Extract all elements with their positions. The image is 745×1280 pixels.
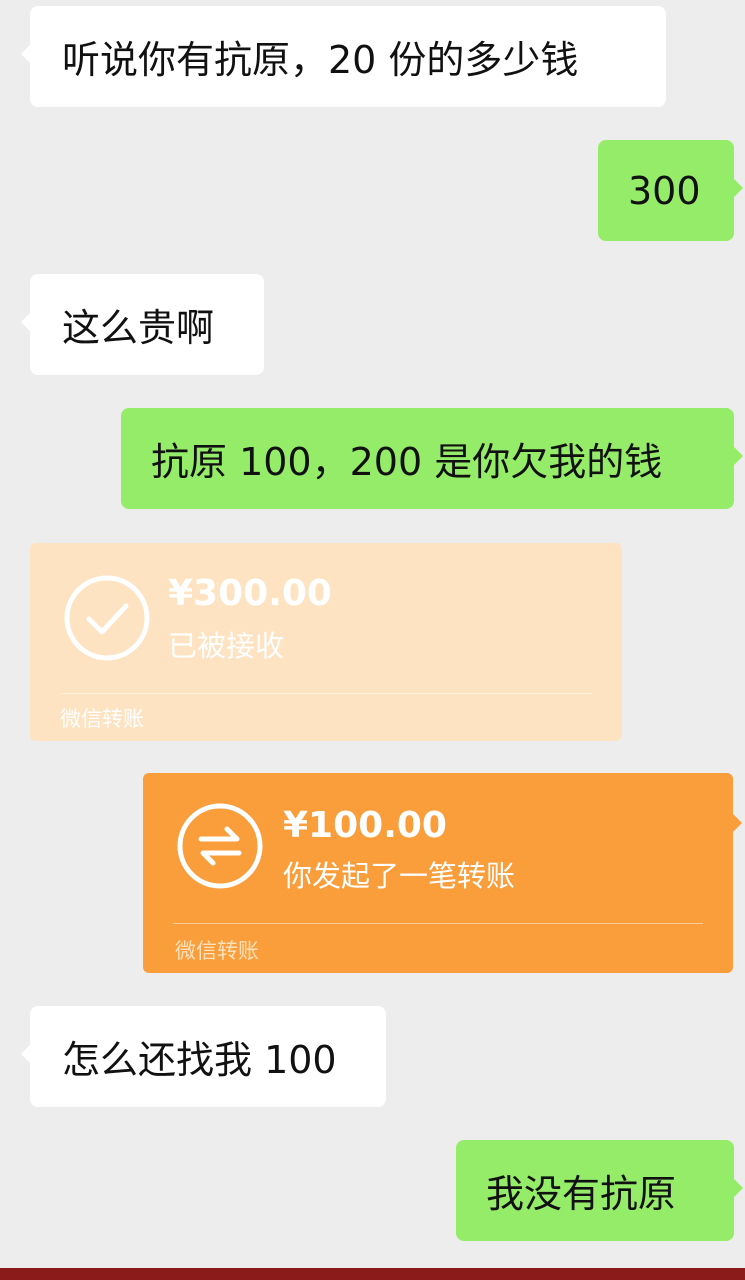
message-text: 这么贵啊	[62, 306, 215, 350]
transfer-status: 你发起了一笔转账	[283, 859, 516, 893]
outgoing-message-bubble[interactable]: 300	[598, 140, 743, 241]
transfer-card-sent[interactable]: ¥100.00 你发起了一笔转账 微信转账	[143, 773, 742, 973]
outgoing-message-bubble[interactable]: 我没有抗原	[456, 1140, 743, 1241]
incoming-message-bubble[interactable]: 听说你有抗原，20 份的多少钱	[21, 6, 666, 107]
message-text: 我没有抗原	[486, 1172, 677, 1216]
outgoing-message-bubble[interactable]: 抗原 100，200 是你欠我的钱	[121, 408, 743, 509]
message-text: 300	[628, 168, 701, 213]
message-text: 怎么还找我 100	[62, 1038, 337, 1082]
transfer-divider	[60, 693, 592, 694]
chat-message-list: 听说你有抗原，20 份的多少钱 300 这么贵啊 抗原 100，200 是你欠我…	[0, 0, 745, 1268]
bottom-bar	[0, 1268, 745, 1280]
transfer-amount: ¥300.00	[168, 573, 332, 614]
transfer-amount: ¥100.00	[283, 805, 447, 846]
transfer-brand-label: 微信转账	[175, 939, 259, 963]
transfer-divider	[173, 923, 703, 924]
transfer-card-received[interactable]: ¥300.00 已被接收 微信转账	[30, 543, 622, 741]
transfer-brand-label: 微信转账	[60, 707, 144, 731]
transfer-status: 已被接收	[168, 629, 285, 663]
message-text: 抗原 100，200 是你欠我的钱	[151, 440, 663, 484]
transfer-arrows-icon	[175, 801, 265, 891]
incoming-message-bubble[interactable]: 这么贵啊	[21, 274, 264, 375]
message-text: 听说你有抗原，20 份的多少钱	[62, 38, 579, 82]
incoming-message-bubble[interactable]: 怎么还找我 100	[21, 1006, 386, 1107]
check-circle-icon	[62, 573, 152, 663]
